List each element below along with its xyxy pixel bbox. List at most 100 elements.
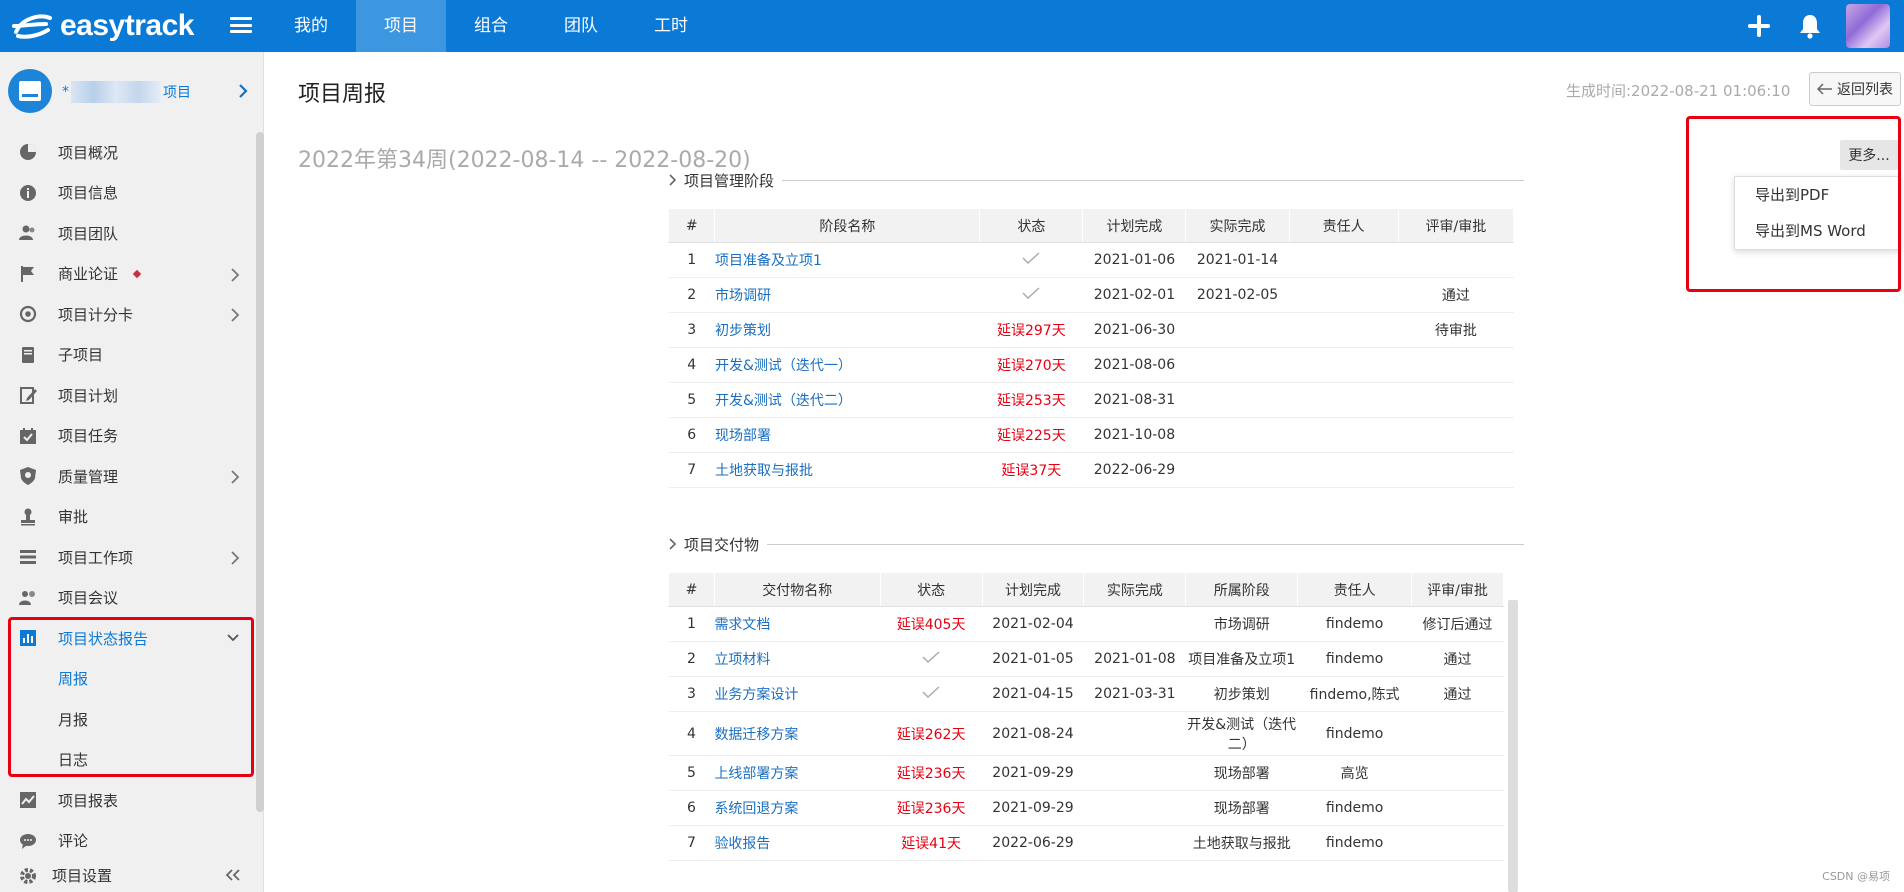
- back-to-list-button[interactable]: 返回列表: [1809, 72, 1901, 106]
- nav-item-team[interactable]: 团队: [536, 0, 626, 52]
- phase-name-link[interactable]: 市场调研: [714, 277, 980, 313]
- top-actions: [1746, 0, 1904, 52]
- phase-name-link[interactable]: 土地获取与报批: [714, 452, 980, 488]
- review-status: 修订后通过: [1411, 606, 1504, 642]
- sidebar-item-overview[interactable]: 项目概况: [0, 132, 254, 173]
- settings-label: 项目设置: [52, 866, 113, 885]
- column-header: 责任人: [1297, 572, 1413, 607]
- chevron-right-icon[interactable]: [236, 82, 250, 100]
- row-number: 4: [668, 711, 715, 756]
- deliverable-name-link[interactable]: 数据迁移方案: [714, 711, 881, 756]
- sidebar-footer[interactable]: 项目设置: [0, 858, 264, 892]
- column-header: #: [668, 572, 715, 607]
- plan-date: 2021-02-04: [982, 606, 1084, 642]
- owner: [1289, 242, 1399, 278]
- chevron-right-icon: [669, 538, 677, 550]
- chevron-right-icon: [231, 470, 240, 484]
- flag-icon: [21, 265, 34, 282]
- sidebar-item-plan[interactable]: 项目计划: [0, 375, 254, 416]
- sidebar-item-reports[interactable]: 项目报表: [0, 780, 254, 821]
- sidebar-item-business-case[interactable]: 商业论证: [0, 254, 254, 295]
- deliverable-name-link[interactable]: 上线部署方案: [714, 755, 881, 791]
- deliverable-name-link[interactable]: 系统回退方案: [714, 790, 881, 826]
- plan-date: 2021-06-30: [1082, 312, 1186, 348]
- phase-name-link[interactable]: 开发&测试（迭代二）: [714, 382, 980, 418]
- owner: findemo,陈式: [1297, 676, 1412, 712]
- sidebar-item-label: 项目计划: [58, 386, 119, 405]
- generated-time: 生成时间:2022-08-21 01:06:10: [1566, 82, 1791, 100]
- shield-icon: [20, 467, 36, 485]
- review-status: 通过: [1398, 277, 1514, 313]
- status-cell: 延误225天: [979, 417, 1083, 453]
- sidebar-item-subprojects[interactable]: 子项目: [0, 335, 254, 376]
- sidebar-item-comments[interactable]: 评论: [0, 821, 254, 862]
- phase-name: 开发&测试（迭代二）: [1185, 711, 1298, 756]
- sidebar-item-info[interactable]: 项目信息: [0, 173, 254, 214]
- table-row: 6 现场部署 延误225天 2021-10-08: [668, 417, 1514, 453]
- sidebar-item-quality[interactable]: 质量管理: [0, 456, 254, 497]
- phase-name-link[interactable]: 开发&测试（迭代一）: [714, 347, 980, 383]
- review-status: [1398, 242, 1514, 278]
- plan-date: 2021-04-15: [982, 676, 1084, 712]
- app-logo[interactable]: easytrack: [12, 8, 194, 44]
- plan-date: 2021-02-01: [1082, 277, 1186, 313]
- deliverable-name-link[interactable]: 立项材料: [714, 641, 881, 677]
- nav-item-portfolio[interactable]: 组合: [446, 0, 536, 52]
- phase-name: 土地获取与报批: [1185, 825, 1298, 861]
- section-title[interactable]: 项目交付物: [668, 532, 1524, 556]
- section-title[interactable]: 项目管理阶段: [668, 168, 1524, 192]
- user-avatar[interactable]: [1846, 4, 1890, 48]
- bell-icon[interactable]: [1798, 13, 1822, 39]
- sidebar-scrollbar[interactable]: [256, 132, 264, 812]
- sidebar-item-label: 审批: [58, 508, 89, 527]
- table-row: 1 项目准备及立项1 2021-01-06 2021-01-14: [668, 242, 1514, 278]
- phase-name-link[interactable]: 项目准备及立项1: [714, 242, 980, 278]
- actual-date: 2021-03-31: [1083, 676, 1186, 712]
- project-name-prefix: *: [62, 84, 69, 100]
- actual-date: [1185, 417, 1290, 453]
- nav-item-mine[interactable]: 我的: [266, 0, 356, 52]
- collapse-sidebar-icon[interactable]: [224, 868, 242, 882]
- chevron-right-icon: [231, 308, 240, 322]
- phase-name-link[interactable]: 现场部署: [714, 417, 980, 453]
- table-scrollbar[interactable]: [1508, 600, 1518, 892]
- owner: 高览: [1297, 755, 1412, 791]
- status-cell: [880, 641, 983, 677]
- nav-item-projects[interactable]: 项目: [356, 0, 446, 52]
- status-cell: 延误253天: [979, 382, 1083, 418]
- deliverable-name-link[interactable]: 业务方案设计: [714, 676, 881, 712]
- owner: findemo: [1297, 790, 1412, 826]
- actual-date: [1083, 606, 1186, 642]
- gear-icon: [20, 868, 36, 884]
- row-number: 6: [668, 417, 715, 453]
- divider: [767, 543, 1524, 545]
- row-number: 3: [668, 676, 715, 712]
- plan-date: 2022-06-29: [1082, 452, 1186, 488]
- phase-name: 现场部署: [1185, 790, 1298, 826]
- sidebar-item-work-items[interactable]: 项目工作项: [0, 537, 254, 578]
- sidebar-item-team[interactable]: 项目团队: [0, 213, 254, 254]
- actual-date: [1185, 452, 1290, 488]
- menu-toggle-icon[interactable]: [228, 14, 254, 36]
- add-icon[interactable]: [1746, 13, 1772, 39]
- sidebar-item-approval[interactable]: 审批: [0, 497, 254, 538]
- list-icon: [20, 550, 36, 564]
- review-status: [1398, 417, 1514, 453]
- sidebar-item-scorecard[interactable]: 项目计分卡: [0, 294, 254, 335]
- project-header[interactable]: * 项目: [0, 52, 264, 130]
- table-row: 5 上线部署方案 延误236天 2021-09-29 现场部署 高览: [668, 755, 1504, 791]
- sidebar-item-meetings[interactable]: 项目会议: [0, 578, 254, 619]
- deliverable-name-link[interactable]: 验收报告: [714, 825, 881, 861]
- sidebar-item-tasks[interactable]: 项目任务: [0, 416, 254, 457]
- target-icon: [19, 305, 37, 323]
- deliverable-name-link[interactable]: 需求文档: [714, 606, 881, 642]
- table-row: 3 初步策划 延误297天 2021-06-30 待审批: [668, 312, 1514, 348]
- plan-date: 2021-01-06: [1082, 242, 1186, 278]
- status-cell: 延误297天: [979, 312, 1083, 348]
- calendar-check-icon: [20, 427, 36, 444]
- owner: [1289, 347, 1399, 383]
- sidebar-item-label: 项目信息: [58, 184, 119, 203]
- row-number: 1: [668, 606, 715, 642]
- phase-name-link[interactable]: 初步策划: [714, 312, 980, 348]
- nav-item-timesheet[interactable]: 工时: [626, 0, 716, 52]
